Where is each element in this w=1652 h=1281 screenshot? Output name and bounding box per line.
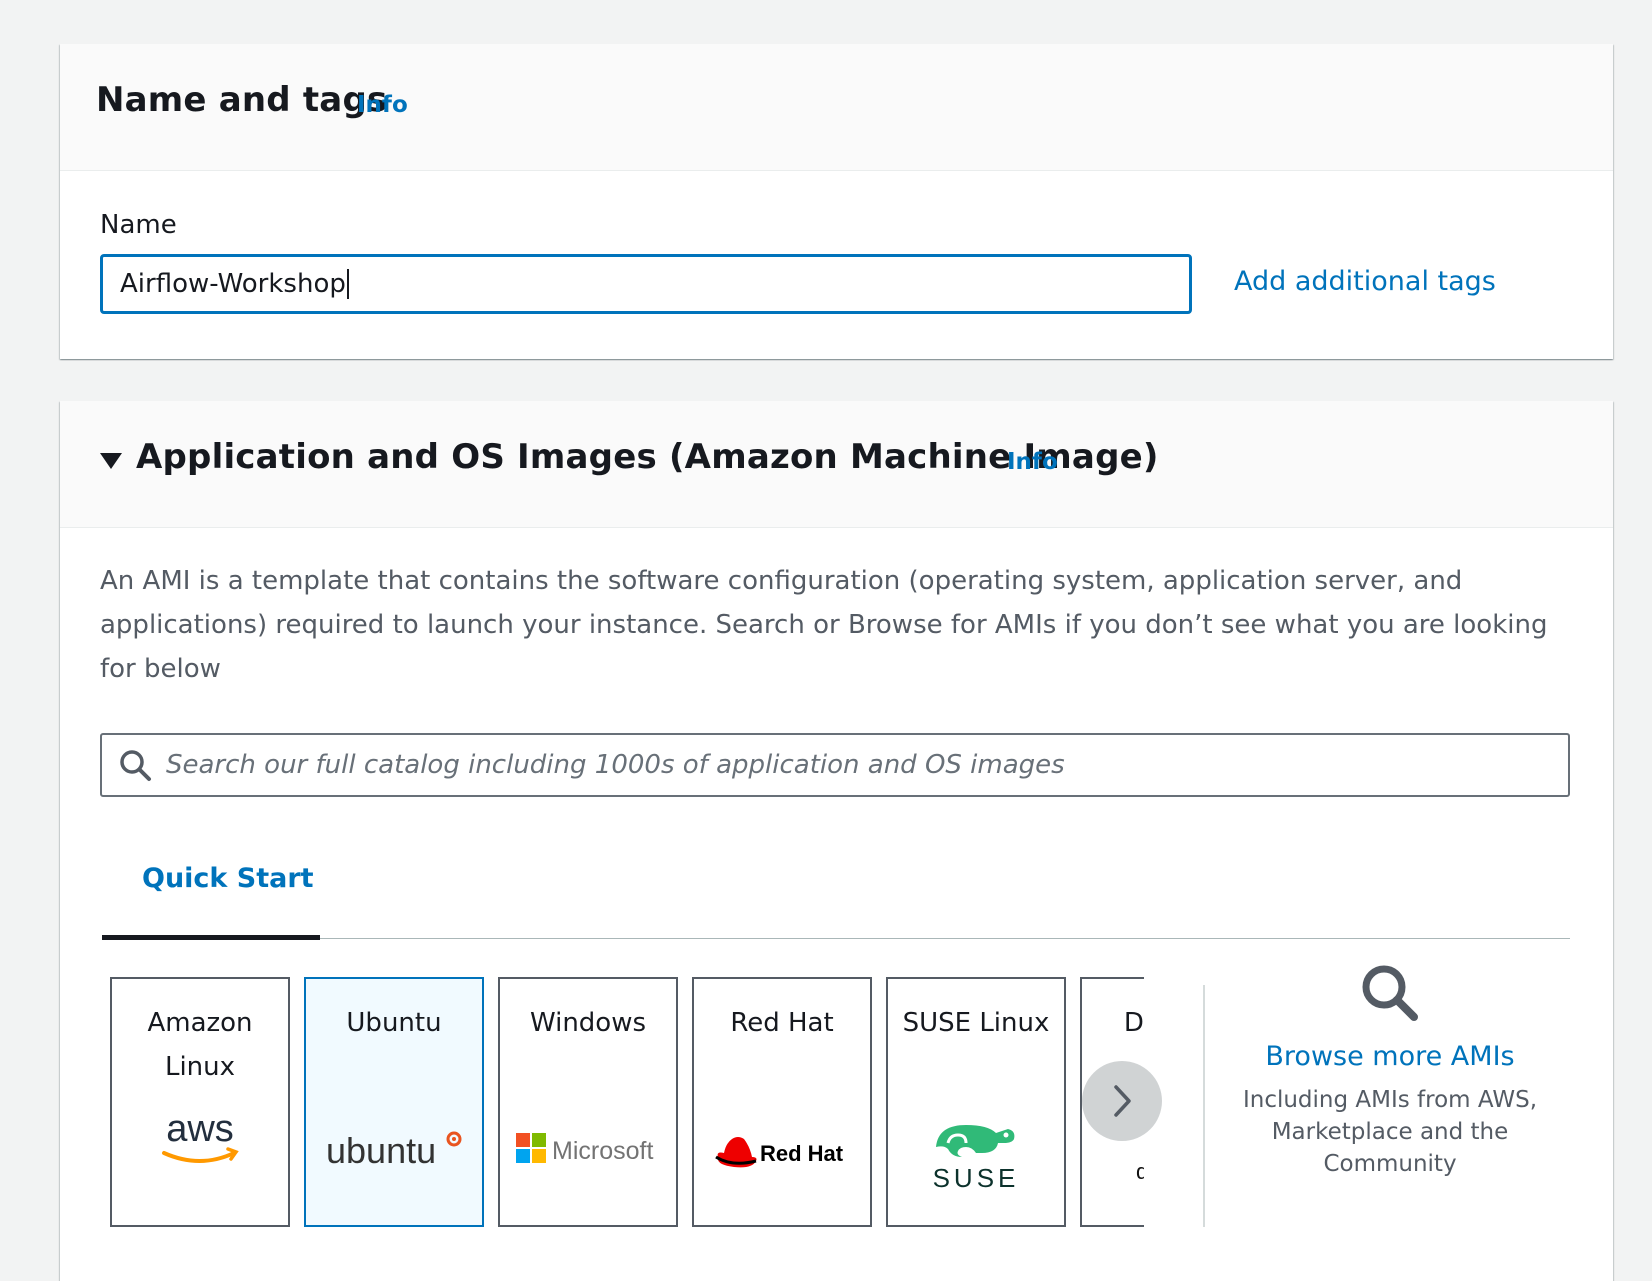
suse-logo-icon: SUSE	[888, 1117, 1064, 1193]
svg-text:ubuntu: ubuntu	[326, 1130, 436, 1171]
name-and-tags-header: Name and tags Info	[60, 44, 1613, 171]
name-tags-info-link[interactable]: Info	[357, 92, 408, 118]
add-additional-tags-link[interactable]: Add additional tags	[1234, 266, 1496, 297]
svg-text:Microsoft: Microsoft	[552, 1137, 653, 1165]
svg-text:debian: debian	[1136, 1159, 1144, 1184]
microsoft-logo-icon: Microsoft	[500, 1129, 676, 1169]
ami-card-title: Debian	[1123, 1008, 1144, 1038]
ami-card-title: SUSE Linux	[902, 1008, 1050, 1038]
chevron-right-icon	[1114, 1085, 1131, 1117]
ami-description: An AMI is a template that contains the s…	[100, 566, 1548, 684]
ami-panel: Application and OS Images (Amazon Machin…	[60, 401, 1613, 1281]
ami-header[interactable]: Application and OS Images (Amazon Machin…	[60, 401, 1613, 528]
redhat-logo-icon: Red Hat	[694, 1129, 870, 1173]
name-input-value: Airflow-Workshop	[120, 269, 346, 299]
name-and-tags-panel: Name and tags Info Name Airflow-Workshop…	[60, 44, 1613, 359]
ami-search-box[interactable]	[100, 733, 1570, 797]
ami-card-windows[interactable]: Windows Microsoft	[498, 977, 678, 1227]
ami-card-title: Windows	[529, 1008, 647, 1038]
ami-info-link[interactable]: Info	[1007, 449, 1058, 475]
aws-logo-icon: aws	[112, 1109, 288, 1171]
name-field-label: Name	[100, 210, 177, 240]
svg-text:Red Hat: Red Hat	[760, 1141, 844, 1166]
browse-more-amis: Browse more AMIs Including AMIs from AWS…	[1220, 961, 1560, 1180]
magnifier-icon	[1362, 965, 1418, 1021]
ami-search-input[interactable]	[164, 749, 1548, 781]
svg-text:SUSE: SUSE	[933, 1163, 1020, 1193]
ami-card-ubuntu[interactable]: Ubuntu ubuntu	[304, 977, 484, 1227]
tab-divider	[102, 938, 1570, 939]
active-tab-indicator	[102, 935, 320, 940]
text-caret	[346, 269, 349, 299]
svg-text:aws: aws	[166, 1109, 234, 1150]
browse-more-amis-link[interactable]: Browse more AMIs	[1220, 1041, 1560, 1072]
collapse-triangle-icon[interactable]	[100, 453, 122, 469]
ami-card-title: Amazon Linux	[147, 1008, 253, 1082]
ami-card-title: Red Hat	[730, 1008, 834, 1038]
ami-card-suse-linux[interactable]: SUSE Linux SUSE	[886, 977, 1066, 1227]
ami-section-title: Application and OS Images (Amazon Machin…	[136, 437, 1159, 477]
scroll-right-button[interactable]	[1082, 1061, 1162, 1141]
ubuntu-logo-icon: ubuntu	[306, 1125, 482, 1175]
ami-card-title: Ubuntu	[346, 1008, 442, 1038]
cards-divider	[1203, 985, 1205, 1227]
browse-more-amis-subtext: Including AMIs from AWS, Marketplace and…	[1242, 1087, 1538, 1177]
tab-quick-start[interactable]: Quick Start	[142, 863, 314, 894]
name-and-tags-title: Name and tags	[96, 80, 388, 120]
name-input[interactable]: Airflow-Workshop	[100, 254, 1192, 314]
ami-card-amazon-linux[interactable]: Amazon Linux aws	[110, 977, 290, 1227]
search-icon	[120, 750, 151, 781]
ami-card-red-hat[interactable]: Red Hat Red Hat	[692, 977, 872, 1227]
ami-quick-start-cards: Amazon Linux aws Ubuntu ubuntu Windows M…	[110, 977, 1144, 1231]
